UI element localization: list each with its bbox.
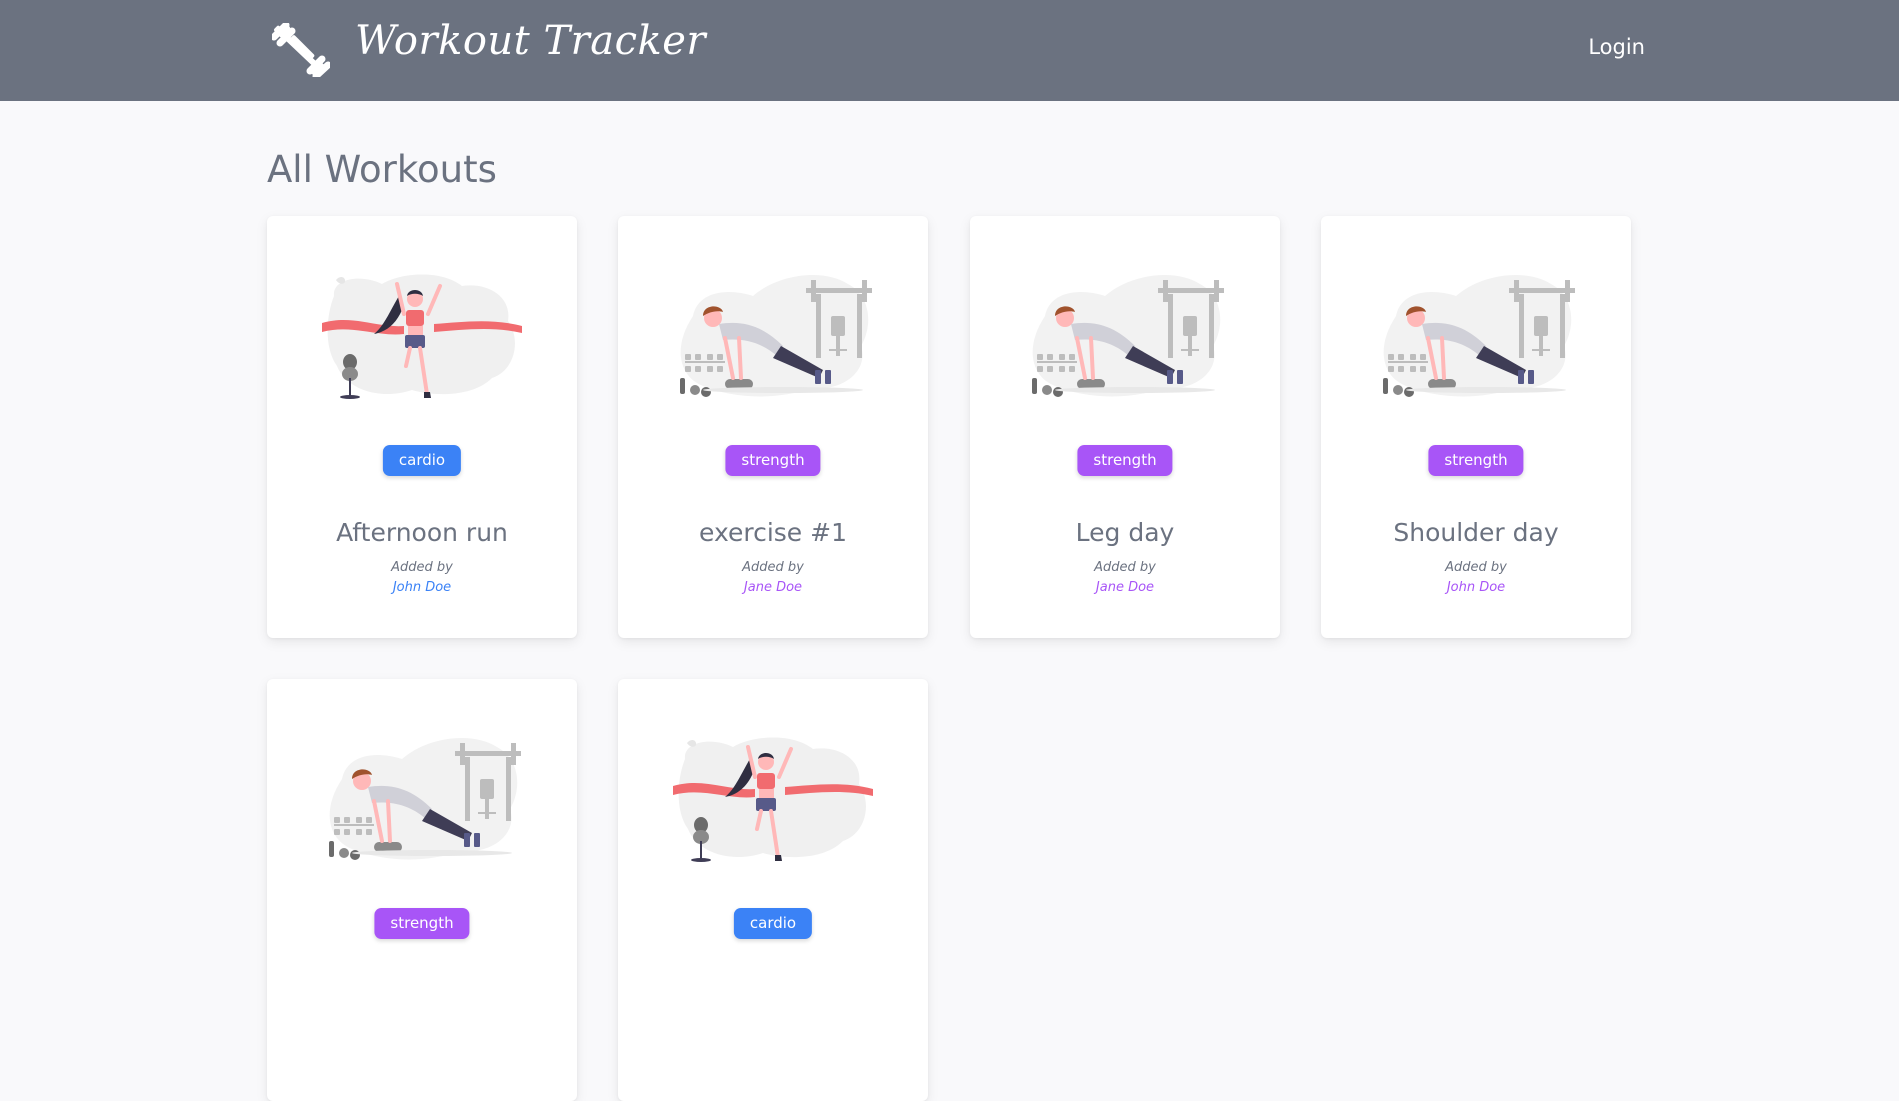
workout-title: exercise #1 [699, 518, 847, 547]
page-title: All Workouts [267, 148, 497, 191]
added-by-label: Added by [1445, 560, 1507, 575]
workout-title: Leg day [1075, 518, 1175, 547]
login-link[interactable]: Login [1555, 35, 1645, 59]
dumbbell-icon[interactable] [272, 23, 330, 77]
workout-card[interactable]: strength Shoulder day Added by John Doe [1321, 216, 1631, 638]
workout-card[interactable]: cardio [618, 679, 928, 1101]
workout-title: Afternoon run [336, 518, 508, 547]
workout-card[interactable]: strength Leg day Added by Jane Doe [970, 216, 1280, 638]
category-badge[interactable]: strength [1428, 445, 1524, 476]
author-link[interactable]: John Doe [1321, 580, 1631, 595]
navbar: Workout Tracker Login [0, 0, 1899, 101]
pushup-gym-illustration [673, 266, 873, 406]
brand-title[interactable]: Workout Tracker [355, 18, 706, 64]
workout-card[interactable]: strength exercise #1 Added by Jane Doe [618, 216, 928, 638]
category-badge[interactable]: cardio [733, 908, 813, 939]
added-by-label: Added by [742, 560, 804, 575]
pushup-gym-illustration [1025, 266, 1225, 406]
workout-card[interactable]: strength [267, 679, 577, 1101]
author-link[interactable]: John Doe [267, 580, 577, 595]
finish-line-runner-illustration [673, 729, 873, 869]
category-badge[interactable]: cardio [382, 445, 462, 476]
pushup-gym-illustration [322, 729, 522, 869]
pushup-gym-illustration [1376, 266, 1576, 406]
finish-line-runner-illustration [322, 266, 522, 406]
workout-title: Shoulder day [1393, 518, 1559, 547]
category-badge[interactable]: strength [1077, 445, 1173, 476]
category-badge[interactable]: strength [725, 445, 821, 476]
category-badge[interactable]: strength [374, 908, 470, 939]
added-by-label: Added by [1094, 560, 1156, 575]
workout-card[interactable]: cardio Afternoon run Added by John Doe [267, 216, 577, 638]
added-by-label: Added by [391, 560, 453, 575]
author-link[interactable]: Jane Doe [618, 580, 928, 595]
author-link[interactable]: Jane Doe [970, 580, 1280, 595]
